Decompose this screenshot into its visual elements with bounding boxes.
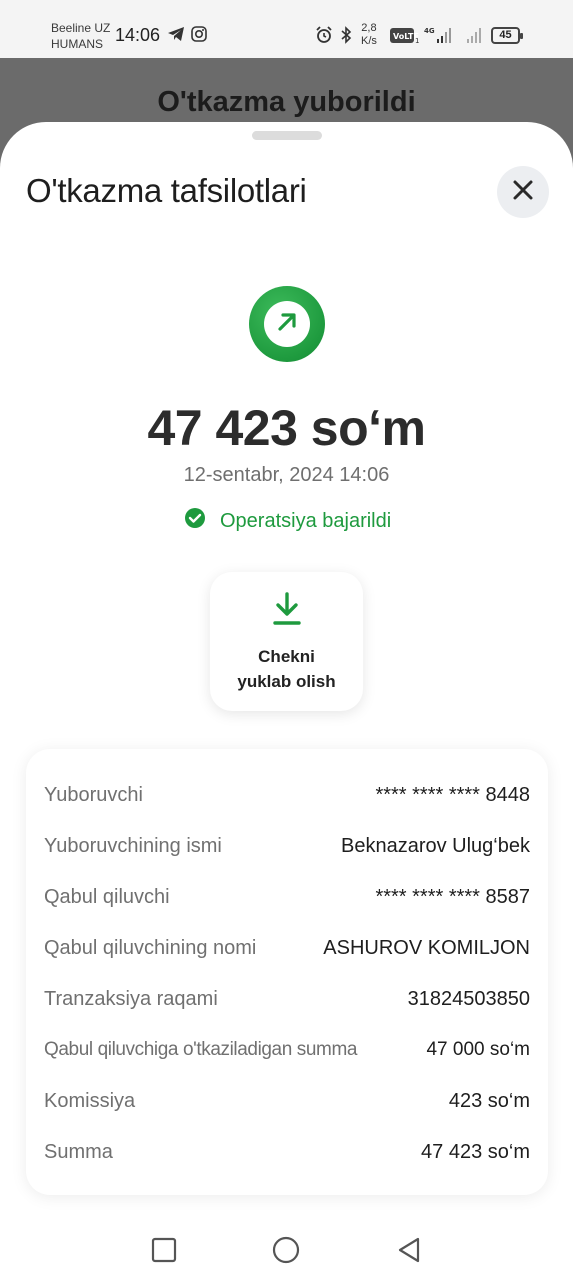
alarm-icon xyxy=(315,26,333,49)
transfer-status-badge xyxy=(249,286,325,362)
download-label-line1: Chekni xyxy=(258,647,315,666)
drag-handle[interactable] xyxy=(252,131,322,140)
carrier-line-2: HUMANS xyxy=(51,37,104,51)
detail-value: 47 423 so‘m xyxy=(421,1140,530,1163)
operation-status: Operatsiya bajarildi xyxy=(184,507,392,535)
detail-row-total: Summa 47 423 so‘m xyxy=(44,1137,530,1167)
battery-icon: 45 xyxy=(491,27,523,44)
detail-label: Yuboruvchi xyxy=(44,783,143,806)
volte-icon: VoLTE 1 xyxy=(390,27,420,49)
detail-label: Qabul qiluvchi xyxy=(44,885,170,908)
download-receipt-label: Chekni yuklab olish xyxy=(210,644,363,694)
detail-value: **** **** **** 8448 xyxy=(375,783,530,806)
detail-label: Tranzaksiya raqami xyxy=(44,987,218,1010)
detail-row-commission: Komissiya 423 so‘m xyxy=(44,1086,530,1116)
signal-4g-icon: 4G xyxy=(424,25,454,50)
detail-label: Qabul qiluvchining nomi xyxy=(44,936,257,959)
close-button[interactable] xyxy=(497,166,549,218)
recent-apps-icon[interactable] xyxy=(151,1237,177,1268)
detail-label: Yuboruvchining ismi xyxy=(44,834,222,857)
telegram-icon xyxy=(167,26,185,47)
detail-row-receiver-amount: Qabul qiluvchiga o'tkaziladigan summa 47… xyxy=(44,1035,530,1065)
transfer-datetime: 12-sentabr, 2024 14:06 xyxy=(183,464,390,486)
speed-value: 2,8 xyxy=(361,22,377,34)
svg-text:1: 1 xyxy=(415,37,419,44)
detail-row-transaction-id: Tranzaksiya raqami 31824503850 xyxy=(44,984,530,1014)
svg-text:4G: 4G xyxy=(424,27,435,35)
bluetooth-icon xyxy=(339,26,353,49)
detail-row-sender: Yuboruvchi **** **** **** 8448 xyxy=(44,780,530,810)
sheet-title: O'tkazma tafsilotlari xyxy=(26,172,307,209)
operation-status-text: Operatsiya bajarildi xyxy=(220,509,392,532)
network-speed: 2,8 K/s xyxy=(361,22,377,48)
detail-value: 423 so‘m xyxy=(448,1089,530,1112)
check-circle-icon xyxy=(184,507,206,535)
detail-value: Beknazarov Ulug‘bek xyxy=(341,834,530,857)
detail-value: ASHUROV KOMILJON xyxy=(323,936,530,959)
download-receipt-button[interactable]: Chekni yuklab olish xyxy=(210,572,363,711)
background-title: O'tkazma yuborildi xyxy=(157,86,416,118)
arrow-up-right-icon xyxy=(275,310,299,339)
detail-row-receiver-name: Qabul qiluvchining nomi ASHUROV KOMILJON xyxy=(44,933,530,963)
detail-row-sender-name: Yuboruvchining ismi Beknazarov Ulug‘bek xyxy=(44,831,530,861)
detail-label: Summa xyxy=(44,1140,113,1163)
download-icon xyxy=(272,592,302,631)
close-icon xyxy=(512,179,534,206)
download-label-line2: yuklab olish xyxy=(237,672,336,691)
transfer-details-sheet: O'tkazma tafsilotlari 47 423 so‘m 12-sen… xyxy=(0,122,573,1280)
detail-value: **** **** **** 8587 xyxy=(375,885,530,908)
home-icon[interactable] xyxy=(272,1236,300,1269)
carrier-name: Beeline UZ HUMANS xyxy=(51,20,110,52)
detail-label: Komissiya xyxy=(44,1089,136,1112)
speed-unit: K/s xyxy=(361,35,377,47)
system-nav-bar xyxy=(0,1212,573,1280)
detail-row-receiver: Qabul qiluvchi **** **** **** 8587 xyxy=(44,882,530,912)
signal-icon xyxy=(466,25,486,50)
instagram-icon xyxy=(191,26,207,47)
details-card: Yuboruvchi **** **** **** 8448 Yuboruvch… xyxy=(26,749,548,1195)
detail-value: 31824503850 xyxy=(407,987,530,1010)
back-icon[interactable] xyxy=(396,1236,422,1269)
status-time: 14:06 xyxy=(115,25,161,45)
status-bar: Beeline UZ HUMANS 14:06 2,8 K/s VoLTE 1 4… xyxy=(0,0,573,58)
detail-label: Qabul qiluvchiga o'tkaziladigan summa xyxy=(44,1039,358,1060)
detail-value: 47 000 so‘m xyxy=(426,1039,530,1060)
transfer-amount: 47 423 so‘m xyxy=(147,400,426,456)
carrier-line-1: Beeline UZ xyxy=(51,21,111,35)
